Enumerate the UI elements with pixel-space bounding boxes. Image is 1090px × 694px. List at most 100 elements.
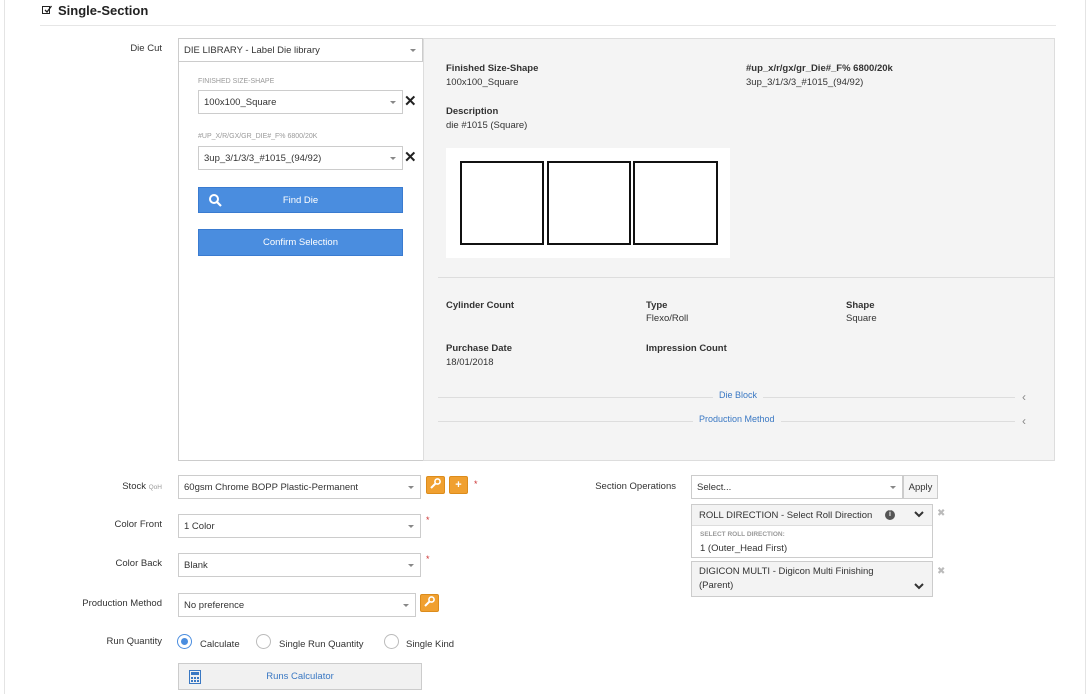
chevron-down-icon xyxy=(408,486,414,489)
search-icon xyxy=(209,194,222,210)
impression-count-title: Impression Count xyxy=(646,343,727,354)
die-preview-image xyxy=(446,148,730,258)
color-front-select[interactable]: 1 Color xyxy=(178,514,421,538)
shape-value: Square xyxy=(846,313,877,324)
runs-calculator-label: Runs Calculator xyxy=(266,671,334,682)
die-block-link[interactable]: Die Block xyxy=(713,390,764,400)
roll-direction-value: 1 (Outer_Head First) xyxy=(700,543,788,554)
chevron-left-icon[interactable]: ‹ xyxy=(1022,391,1026,403)
digicon-multi-card[interactable]: DIGICON MULTI - Digicon Multi Finishing … xyxy=(691,561,933,597)
die-cut-select[interactable]: DIE LIBRARY - Label Die library xyxy=(178,38,423,62)
finished-size-label: FINISHED SIZE-SHAPE xyxy=(198,78,275,85)
color-back-required-mark: * xyxy=(426,554,430,564)
remove-roll-direction-icon[interactable]: ✖ xyxy=(937,508,945,519)
die-cut-label: Die Cut xyxy=(130,43,162,54)
up-value: 3up_3/1/3/3_#1015_(94/92) xyxy=(746,77,864,88)
stock-label-text: Stock xyxy=(122,481,146,492)
description-value: die #1015 (Square) xyxy=(446,120,528,131)
run-quantity-label: Run Quantity xyxy=(106,636,162,647)
roll-direction-title: ROLL DIRECTION - Select Roll Direction xyxy=(699,510,873,521)
title-divider xyxy=(40,25,1056,26)
chevron-down-icon xyxy=(403,604,409,607)
shape-title: Shape xyxy=(846,300,875,311)
production-method-link[interactable]: Production Method xyxy=(693,414,781,424)
section-operations-label: Section Operations xyxy=(595,481,676,492)
color-front-label: Color Front xyxy=(114,519,162,530)
details-divider xyxy=(438,277,1055,278)
calculator-icon xyxy=(189,670,201,687)
up-select[interactable]: 3up_3/1/3/3_#1015_(94/92) xyxy=(198,146,403,170)
apply-button[interactable]: Apply xyxy=(903,475,938,499)
color-front-select-value: 1 Color xyxy=(184,520,215,532)
info-icon[interactable]: i xyxy=(885,510,895,520)
chevron-down-icon xyxy=(408,564,414,567)
find-die-label: Find Die xyxy=(282,194,319,206)
purchase-date-title: Purchase Date xyxy=(446,343,513,354)
stock-label: Stock QoH xyxy=(80,481,162,492)
purchase-date-value: 18/01/2018 xyxy=(446,357,494,368)
plus-icon: + xyxy=(455,479,462,491)
single-section-form: Single-Section Die Cut DIE LIBRARY - Lab… xyxy=(0,0,1090,694)
roll-direction-sublabel: SELECT ROLL DIRECTION: xyxy=(700,531,785,538)
wrench-icon xyxy=(424,596,435,610)
up-label: #UP_X/R/GX/GR_DIE#_F% 6800/20K xyxy=(198,133,318,140)
stock-select[interactable]: 60gsm Chrome BOPP Plastic-Permanent xyxy=(178,475,421,499)
up-title: #up_x/r/gx/gr_Die#_F% 6800/20k xyxy=(746,63,893,74)
digicon-line1: DIGICON MULTI - Digicon Multi Finishing xyxy=(699,566,874,577)
section-title-text: Single-Section xyxy=(58,3,149,18)
description-title: Description xyxy=(446,106,499,117)
die-cut-select-value: DIE LIBRARY - Label Die library xyxy=(184,44,320,56)
radio-calculate[interactable] xyxy=(177,634,192,649)
stock-required-mark: * xyxy=(474,479,478,489)
chevron-down-icon xyxy=(410,49,416,52)
stock-select-value: 60gsm Chrome BOPP Plastic-Permanent xyxy=(184,481,359,493)
right-border xyxy=(1085,0,1086,694)
remove-digicon-icon[interactable]: ✖ xyxy=(937,566,945,577)
confirm-selection-button[interactable]: Confirm Selection xyxy=(198,229,403,256)
radio-single-kind-label: Single Kind xyxy=(406,639,455,650)
production-method-edit-button[interactable] xyxy=(420,594,439,612)
chevron-down-icon xyxy=(408,525,414,528)
die-square-2 xyxy=(547,161,631,245)
roll-direction-card: ROLL DIRECTION - Select Roll Direction i… xyxy=(691,504,933,558)
clear-up-button[interactable]: ✕ xyxy=(404,150,417,165)
left-border xyxy=(4,0,5,694)
production-method-label: Production Method xyxy=(82,598,162,609)
radio-single-run-quantity-label: Single Run Quantity xyxy=(279,639,364,650)
chevron-down-icon xyxy=(390,101,396,104)
finished-size-select[interactable]: 100x100_Square xyxy=(198,90,403,114)
finished-size-title: Finished Size-Shape xyxy=(446,63,539,74)
radio-single-run-quantity[interactable] xyxy=(256,634,271,649)
radio-single-kind[interactable] xyxy=(384,634,399,649)
stock-add-button[interactable]: + xyxy=(449,476,468,494)
radio-calculate-label: Calculate xyxy=(200,639,240,650)
runs-calculator-button[interactable]: Runs Calculator xyxy=(178,663,422,690)
chevron-down-icon[interactable] xyxy=(914,581,924,594)
production-method-select-value: No preference xyxy=(184,599,245,611)
section-operations-select[interactable]: Select... xyxy=(691,475,903,499)
chevron-down-icon xyxy=(390,157,396,160)
production-method-select[interactable]: No preference xyxy=(178,593,416,617)
stock-qoh-label: QoH xyxy=(148,484,162,491)
color-back-label: Color Back xyxy=(115,558,162,569)
die-square-3 xyxy=(633,161,718,245)
die-square-1 xyxy=(460,161,544,245)
color-front-required-mark: * xyxy=(426,515,430,525)
chevron-down-icon[interactable] xyxy=(914,509,924,522)
chevron-down-icon xyxy=(890,486,896,489)
clear-finished-size-button[interactable]: ✕ xyxy=(404,94,417,109)
up-select-value: 3up_3/1/3/3_#1015_(94/92) xyxy=(204,152,322,164)
color-back-select[interactable]: Blank xyxy=(178,553,421,577)
type-title: Type xyxy=(646,300,668,311)
cylinder-count-title: Cylinder Count xyxy=(446,300,515,311)
confirm-selection-label: Confirm Selection xyxy=(263,237,338,248)
stock-edit-button[interactable] xyxy=(426,476,445,494)
digicon-line2: (Parent) xyxy=(699,580,734,591)
edit-check-icon xyxy=(42,3,53,18)
find-die-button[interactable]: Find Die xyxy=(198,187,403,213)
chevron-left-icon[interactable]: ‹ xyxy=(1022,415,1026,427)
color-back-select-value: Blank xyxy=(184,559,208,571)
wrench-icon xyxy=(430,478,441,492)
section-title: Single-Section xyxy=(42,3,148,18)
finished-size-value: 100x100_Square xyxy=(446,77,519,88)
